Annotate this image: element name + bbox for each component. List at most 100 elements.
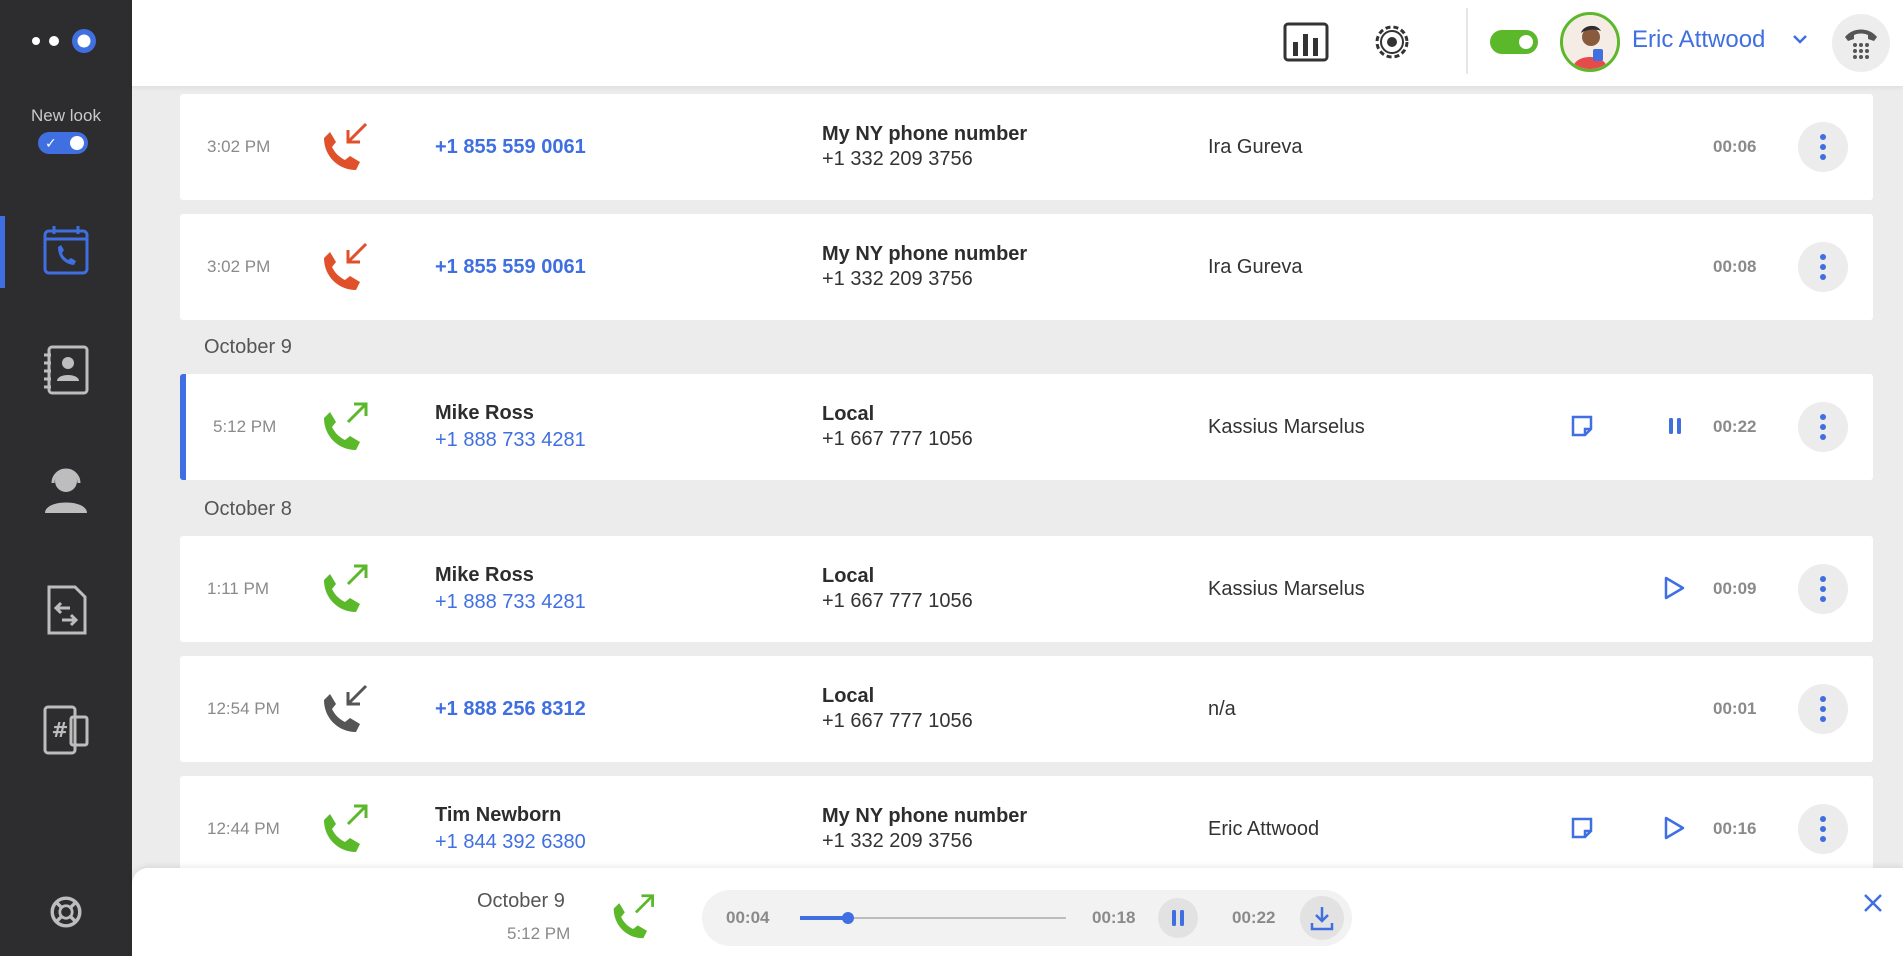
avatar[interactable] [1560,12,1620,72]
line-name: My NY phone number [822,123,1028,145]
more-options-button[interactable] [1798,564,1848,614]
app-logo-icon[interactable] [30,26,104,56]
caller-number[interactable]: +1 855 559 0061 [435,256,586,279]
sidebar-item-contacts[interactable] [0,334,132,406]
line-name: Local [822,685,875,707]
call-time: 12:44 PM [207,819,280,838]
new-look-toggle[interactable]: ✓ [38,132,88,154]
sidebar-item-calls[interactable] [0,216,132,288]
contacts-book-icon [44,345,89,395]
agent-name: n/a [1208,698,1236,720]
caller-number[interactable]: +1 844 392 6380 [435,831,586,854]
more-options-button[interactable] [1798,242,1848,292]
agent-headset-icon [45,468,87,513]
line-number: +1 332 209 3756 [822,830,973,852]
pause-icon[interactable] [1666,415,1684,437]
download-button[interactable] [1300,896,1344,940]
table-row[interactable]: 3:02 PM +1 855 559 0061 My NY phone numb… [180,214,1873,320]
outgoing-call-icon [320,564,368,616]
play-icon[interactable] [1662,815,1686,841]
outgoing-call-icon [320,402,368,454]
agent-name: Kassius Marselus [1208,416,1365,438]
close-player-button[interactable] [1858,888,1888,918]
player-date: October 9 [477,890,565,912]
incoming-missed-call-icon [320,242,368,294]
kebab-menu-icon [1818,132,1828,162]
call-flow-icon [47,585,87,635]
header-divider [1466,8,1468,74]
new-look-label: New look [31,106,101,125]
sidebar-item-agents[interactable] [0,454,132,526]
more-options-button[interactable] [1798,804,1848,854]
agent-name: Kassius Marselus [1208,578,1365,600]
call-time: 12:54 PM [207,699,280,718]
line-name: Local [822,403,875,425]
line-name: My NY phone number [822,805,1028,827]
line-name: My NY phone number [822,243,1028,265]
call-duration: 00:09 [1713,579,1757,598]
caller-name: Mike Ross [435,564,534,586]
play-icon[interactable] [1662,575,1686,601]
availability-toggle[interactable] [1490,30,1538,54]
line-name: Local [822,565,875,587]
seek-slider[interactable] [800,912,1066,924]
sidebar-item-help[interactable] [0,876,132,948]
more-options-button[interactable] [1798,402,1848,452]
table-row[interactable]: 5:12 PM Mike Ross +1 888 733 4281 Local … [180,374,1873,480]
kebab-menu-icon [1818,412,1828,442]
note-icon[interactable] [1570,816,1594,840]
table-row[interactable]: 12:54 PM +1 888 256 8312 Local +1 667 77… [180,656,1873,762]
note-icon[interactable] [1570,414,1594,438]
seek-progress [800,916,848,920]
kebab-menu-icon [1818,252,1828,282]
kebab-menu-icon [1818,694,1828,724]
dialpad-button[interactable] [1832,14,1890,72]
table-row[interactable]: 1:11 PM Mike Ross +1 888 733 4281 Local … [180,536,1873,642]
dialpad-phone-icon [1845,29,1877,59]
check-icon: ✓ [45,135,57,151]
user-name[interactable]: Eric Attwood [1632,26,1765,54]
agent-name: Eric Attwood [1208,818,1320,840]
analytics-button[interactable] [1282,18,1330,66]
line-number: +1 667 777 1056 [822,590,973,612]
top-header: Eric Attwood [132,0,1903,86]
gear-icon [1375,25,1409,59]
call-duration: 00:01 [1713,699,1757,718]
player-time: 5:12 PM [507,924,571,943]
agent-name: Ira Gureva [1208,136,1303,158]
user-avatar-icon [1563,15,1617,69]
bar-chart-icon [1283,22,1329,62]
line-number: +1 667 777 1056 [822,428,973,450]
settings-button[interactable] [1368,18,1416,66]
svg-text:#: # [52,718,69,742]
call-duration: 00:08 [1713,257,1757,276]
call-log-icon [43,226,89,275]
remaining-time: 00:18 [1092,908,1136,927]
more-options-button[interactable] [1798,684,1848,734]
sidebar-item-call-flows[interactable] [0,574,132,646]
call-duration: 00:06 [1713,137,1757,156]
sidebar-item-numbers[interactable]: # [0,694,132,766]
table-row[interactable]: 3:02 PM +1 855 559 0061 My NY phone numb… [180,94,1873,200]
recording-player: October 9 5:12 PM 00:04 00:18 00:22 [132,868,1903,956]
close-icon [1864,894,1882,912]
caller-number[interactable]: +1 888 256 8312 [435,698,586,721]
date-group-label: October 8 [204,498,292,520]
download-icon [1310,907,1334,931]
caller-number[interactable]: +1 888 733 4281 [435,429,586,452]
seek-handle[interactable] [841,912,854,924]
call-time: 1:11 PM [207,579,270,598]
phone-numbers-icon: # [43,705,89,755]
more-options-button[interactable] [1798,122,1848,172]
call-time: 3:02 PM [207,137,271,156]
call-time: 3:02 PM [207,257,271,276]
chevron-down-icon[interactable] [1792,34,1808,44]
outgoing-call-icon [320,804,368,856]
caller-number[interactable]: +1 855 559 0061 [435,136,586,159]
caller-number[interactable]: +1 888 733 4281 [435,591,586,614]
total-time: 00:22 [1232,908,1276,927]
call-duration: 00:22 [1713,417,1757,436]
table-row[interactable]: 12:44 PM Tim Newborn +1 844 392 6380 My … [180,776,1873,882]
pause-button[interactable] [1158,898,1198,938]
pause-icon [1172,910,1184,926]
